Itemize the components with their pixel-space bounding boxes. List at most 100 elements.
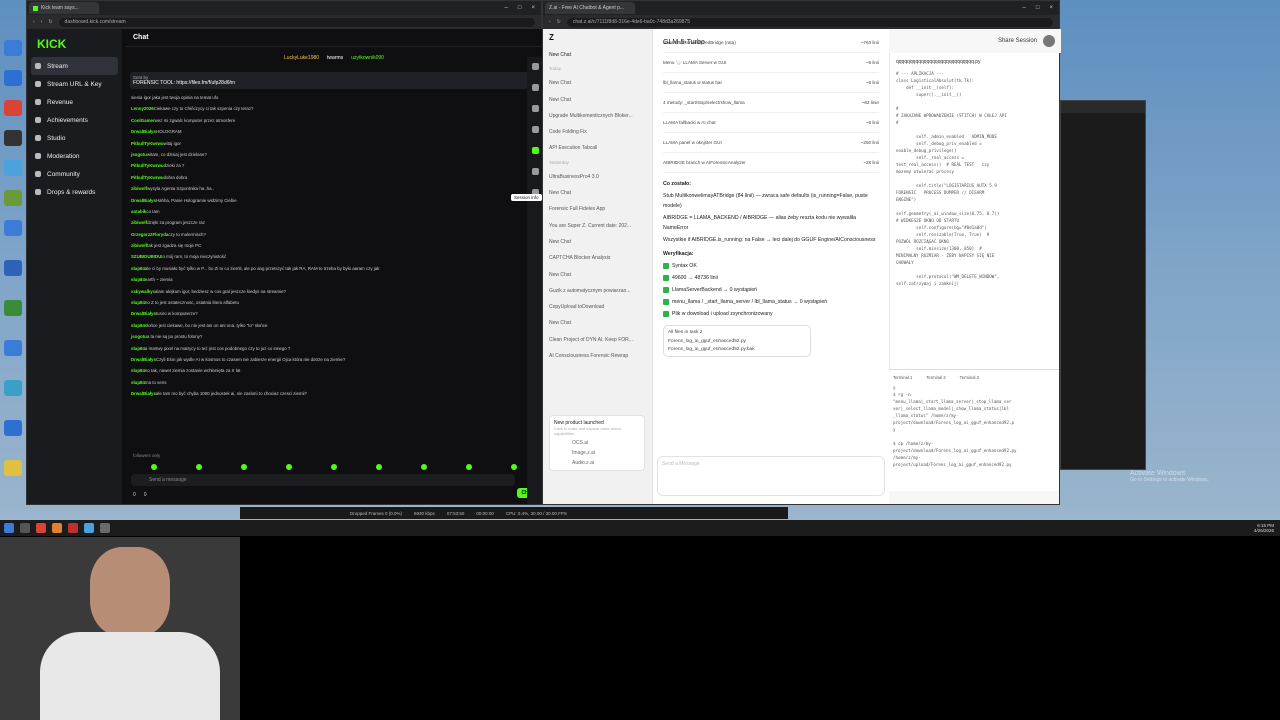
chat-message[interactable]: PitbullTyKwrwudobra dobra [125, 172, 543, 183]
desktop-icon[interactable] [4, 300, 22, 316]
chat-message[interactable]: jsogotua ta nie są po prostu fotony? [125, 331, 543, 342]
chat-username[interactable]: DrwalBiałys [131, 129, 156, 134]
chat-message[interactable]: Grzegorz2Florydaczy to mulermisch? [125, 229, 543, 240]
clock[interactable]: 6:15 PM 4/26/2026 [1254, 523, 1280, 533]
chat-message[interactable]: DrwalBiałystusiro w komputerze? [125, 308, 543, 319]
promo-card[interactable]: New product launched Click to enter and … [549, 415, 645, 471]
emote-icon[interactable] [195, 464, 202, 470]
chat-username[interactable]: CoolGamer [131, 118, 155, 123]
history-item[interactable]: Clean Project of DYN AI. Keep FOR... [549, 332, 646, 348]
model-name[interactable]: GLM-5-Turbo [663, 39, 705, 46]
zai-logo[interactable]: Z [549, 33, 646, 47]
desktop-icon[interactable] [4, 380, 22, 396]
app-icon[interactable] [100, 523, 110, 533]
chat-input[interactable]: Send a message [131, 474, 515, 486]
chat-message[interactable]: slup84earth ~ ziemia [125, 274, 543, 285]
maximize-icon[interactable]: □ [1036, 5, 1040, 11]
chat-message[interactable]: slup84ma to sens [125, 377, 543, 388]
emote-icon[interactable] [330, 464, 337, 470]
start-icon[interactable] [4, 523, 14, 533]
chat-message[interactable]: SZUBIDUBIDUto mój ram, to moja nieczynis… [125, 251, 543, 262]
chat-message[interactable]: PitbullTyKwrwuwitaj igor [125, 138, 543, 149]
obs-icon[interactable] [68, 523, 78, 533]
brave-icon[interactable] [36, 523, 46, 533]
history-item[interactable]: AI Consciousness Forensic Rewrap [549, 348, 646, 364]
desktop-icon[interactable] [4, 40, 22, 56]
chat-username[interactable]: slup84 [131, 266, 145, 271]
close-icon[interactable]: × [1049, 5, 1053, 11]
chat-username[interactable]: slup84 [131, 346, 145, 351]
code-tab[interactable]: qqqqqqqqqqqqqqqqqqqqqqqqqqqq.py [896, 59, 1053, 66]
history-item[interactable]: Guzik z automatycznym powiarzan... [549, 283, 646, 299]
emote-icon[interactable] [421, 464, 428, 470]
url-field[interactable]: dashboard.kick.com/stream [58, 17, 535, 27]
url-field[interactable]: chat.z.ai/c/7111f8d8-316e-4de6-ba0c-748d… [566, 17, 1053, 27]
message-input[interactable]: Send a Message [657, 456, 885, 496]
chat-username[interactable]: zibiwolf [131, 220, 147, 225]
history-item[interactable]: You are Super Z. Current date: 202... [549, 218, 646, 234]
chat-username[interactable]: PitbullTyKwrwu [131, 141, 164, 146]
forward-icon[interactable]: › [41, 19, 43, 25]
chat-username[interactable]: SZUBIDUBIDU [131, 254, 161, 259]
chat-message[interactable]: zibiwolfwysyla Agenta Szpontnika ha..ha.… [125, 183, 543, 194]
minimize-icon[interactable]: – [1023, 5, 1026, 11]
chat-username[interactable]: xskywalky [131, 289, 153, 294]
chat-username[interactable]: jsogotu [131, 334, 147, 339]
history-item[interactable]: Forensic Full Fidelex App [549, 201, 646, 217]
chat-message[interactable]: zibiwolfdzięki za program jeszcze raz [125, 217, 543, 228]
background-window[interactable] [1060, 100, 1146, 470]
history-item[interactable]: New Chat [549, 75, 646, 91]
chat-message[interactable]: DrwalBiałysale tam mo być chyba 1000 jed… [125, 388, 543, 399]
back-icon[interactable]: ‹ [33, 19, 35, 25]
chat-message[interactable]: sienia igor jaka jest twoja opinia na te… [125, 92, 543, 103]
history-item[interactable]: UltraBusinessPro4 3.0 [549, 169, 646, 185]
nav-item[interactable]: Drops & rewards [31, 183, 118, 201]
emote-icon[interactable] [466, 464, 473, 470]
kick-logo[interactable]: KICK [37, 37, 118, 51]
zai-browser-window[interactable]: Z.ai - Free AI Chatbot & Agent p... – □ × … [542, 0, 1061, 505]
minimize-icon[interactable]: – [505, 5, 508, 11]
emote-icon[interactable] [511, 464, 518, 470]
emote-icon[interactable] [376, 464, 383, 470]
chat-message[interactable]: jsogotuwitam, co dzisiaj jest dzielane? [125, 149, 543, 160]
file-item[interactable]: Forens_log_ai_gguf_enhanced92.py.bak [668, 347, 806, 352]
shield-icon[interactable] [531, 105, 539, 112]
terminal-tab[interactable]: Terminal 2 [926, 374, 945, 381]
pinned-message[interactable]: Sent by FORENSIC TOOL: https://files.fm/… [130, 72, 538, 89]
chat-username[interactable]: jsogotu [131, 152, 147, 157]
app-icon[interactable] [84, 523, 94, 533]
chat-message[interactable]: PitbullTyKwrwudzieki za ? [125, 160, 543, 171]
history-item[interactable]: CopyUpload toDownload [549, 299, 646, 315]
history-item[interactable]: New Chat [549, 234, 646, 250]
emote-icon[interactable] [240, 464, 247, 470]
chat-message[interactable]: DrwalBiałysCzyli Elon jak wydle AI w kos… [125, 354, 543, 365]
desktop-icon[interactable] [4, 220, 22, 236]
desktop-icon[interactable] [4, 260, 22, 276]
tab-zai[interactable]: Z.ai - Free AI Chatbot & Agent p... [545, 2, 635, 14]
terminal-tab[interactable]: Terminal 1 [893, 374, 912, 381]
chat-username[interactable]: Lenny2026 [131, 106, 154, 111]
chat-message[interactable]: Lenny2026Ciekawe czy to Chińczycy ci tak… [125, 103, 543, 114]
files-card[interactable]: All files in task 2 Forens_log_ai_gguf_e… [663, 325, 811, 357]
pinned-text[interactable]: FORENSIC TOOL: https://files.fm/f/ufp28d… [133, 80, 535, 86]
promo-item[interactable]: Audio.z.ai [572, 460, 640, 466]
chat-username[interactable]: DrwalBiałys [131, 391, 156, 396]
desktop-icon[interactable] [4, 160, 22, 176]
chat-username[interactable]: DrwalBiałys [131, 198, 156, 203]
chat-username[interactable]: slup84 [131, 380, 145, 385]
new-chat-button[interactable]: New Chat [549, 47, 646, 63]
kick-browser-window[interactable]: Kick team says... – □ × ‹ › ↻ dashboard.kick… [26, 0, 543, 505]
terminal-tab[interactable]: Terminal 3 [960, 374, 979, 381]
chat-message[interactable]: DrwalBiałysHahha, Panie Hologramie widzi… [125, 195, 543, 206]
users-icon[interactable] [531, 84, 539, 91]
chat-message[interactable]: slup84ale ci by musiało być tylko w P...… [125, 263, 543, 274]
desktop-icon[interactable] [4, 70, 22, 86]
promo-item[interactable]: OCS.ai [572, 440, 640, 446]
tab-kick[interactable]: Kick team says... [29, 2, 99, 14]
chat-username[interactable]: zibiwolf [131, 243, 147, 248]
chat-icon[interactable] [531, 147, 539, 154]
avatar[interactable] [1043, 35, 1055, 47]
maximize-icon[interactable]: □ [518, 5, 522, 11]
chat-message[interactable]: slup84słońce jest ciekawe, bo nie jest a… [125, 320, 543, 331]
history-item[interactable]: New Chat [549, 267, 646, 283]
